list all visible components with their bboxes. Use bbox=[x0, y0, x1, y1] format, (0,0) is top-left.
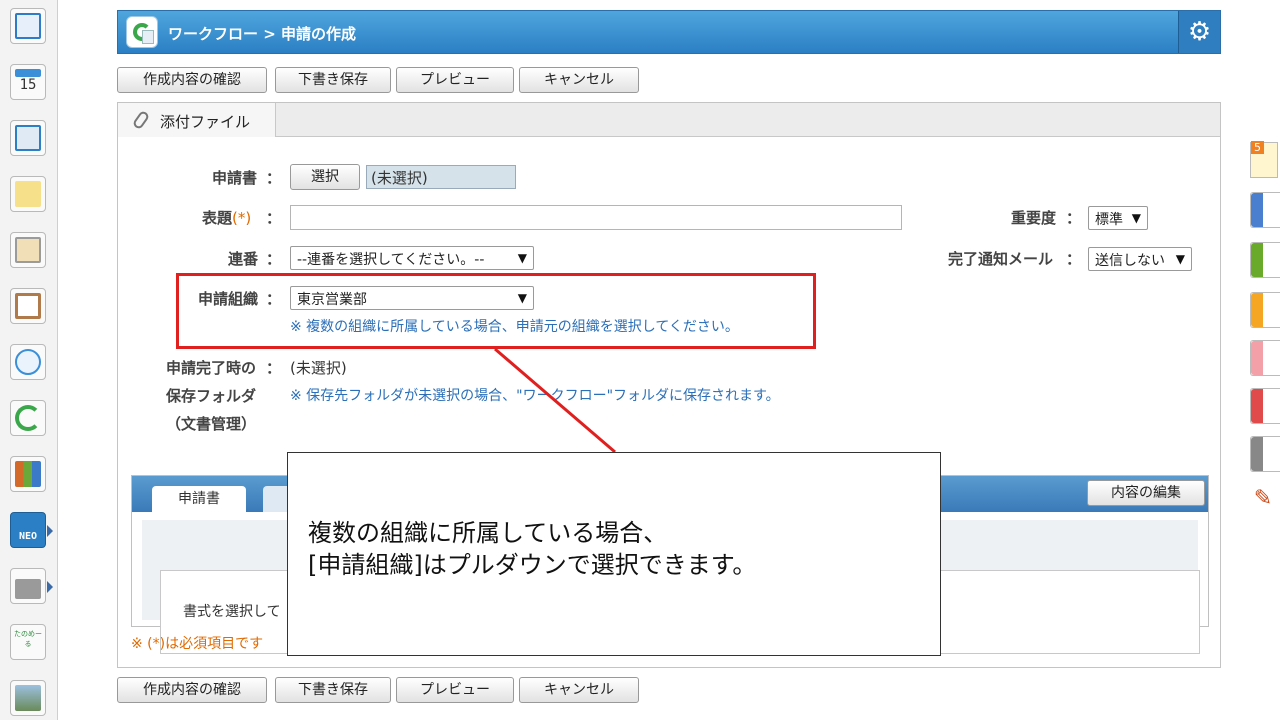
notes-icon[interactable]: 5 bbox=[1250, 141, 1278, 178]
workflow-logo-icon bbox=[126, 16, 158, 48]
select-form-button[interactable]: 選択 bbox=[290, 164, 360, 190]
facility-icon[interactable] bbox=[10, 120, 46, 156]
folder-icon[interactable] bbox=[10, 568, 53, 604]
priority-select-value: 標準 bbox=[1095, 212, 1123, 228]
clipboard-icon[interactable] bbox=[10, 288, 46, 324]
right-sidebar: 5 ✎ bbox=[1248, 130, 1280, 530]
subject-label-text: 表題 bbox=[202, 209, 233, 227]
folder-label-sub: （文書管理） bbox=[166, 415, 257, 433]
colon: ： bbox=[1066, 209, 1082, 227]
highlight-box bbox=[176, 273, 816, 349]
tab-application-form[interactable]: 申請書 bbox=[152, 486, 246, 512]
colon: ： bbox=[266, 209, 282, 227]
mail-select[interactable]: 送信しない ▼ bbox=[1088, 247, 1192, 271]
preview-button-bottom[interactable]: プレビュー bbox=[396, 677, 514, 703]
confirm-button-bottom[interactable]: 作成内容の確認 bbox=[117, 677, 267, 703]
pencil-icon[interactable]: ✎ bbox=[1250, 486, 1276, 520]
memo-icon[interactable] bbox=[10, 176, 46, 212]
expand-arrow-icon bbox=[47, 581, 53, 593]
confirm-button[interactable]: 作成内容の確認 bbox=[117, 67, 267, 93]
subject-label: 表題(*) bbox=[202, 207, 251, 228]
attach-file-label: 添付ファイル bbox=[160, 113, 251, 131]
attach-bar: 添付ファイル bbox=[118, 103, 1220, 137]
photo-icon[interactable] bbox=[10, 680, 46, 716]
colon: ： bbox=[1066, 250, 1082, 268]
page-header: ワークフロー > 申請の作成 ⚙ bbox=[117, 10, 1221, 54]
neo-label: NEO bbox=[18, 531, 38, 542]
callout-box: 複数の組織に所属している場合、 [申請組織]はプルダウンで選択できます。 bbox=[287, 452, 941, 656]
cancel-button[interactable]: キャンセル bbox=[519, 67, 639, 93]
form-label: 申請書 bbox=[212, 169, 258, 187]
subject-input[interactable] bbox=[290, 205, 902, 230]
bulletin-icon[interactable] bbox=[10, 232, 46, 268]
chevron-down-icon: ▼ bbox=[1175, 252, 1185, 266]
page-title: ワークフロー > 申請の作成 bbox=[168, 25, 357, 43]
form-value: (未選択) bbox=[366, 165, 516, 189]
mail-label: 完了通知メール bbox=[948, 250, 1054, 268]
neo-icon[interactable]: NEO bbox=[10, 512, 53, 548]
priority-label: 重要度 bbox=[1011, 209, 1057, 227]
callout-line-1: 複数の組織に所属している場合、 bbox=[308, 519, 668, 547]
required-mark: (*) bbox=[232, 209, 252, 227]
cancel-button-bottom[interactable]: キャンセル bbox=[519, 677, 639, 703]
notes-badge: 5 bbox=[1251, 141, 1264, 154]
settings-gear-icon[interactable]: ⚙ bbox=[1178, 11, 1220, 53]
draft-save-button-bottom[interactable]: 下書き保存 bbox=[275, 677, 391, 703]
callout-line-2: [申請組織]はプルダウンで選択できます。 bbox=[308, 551, 757, 579]
green-tab[interactable] bbox=[1250, 242, 1280, 278]
orange-tab[interactable] bbox=[1250, 292, 1280, 328]
expand-arrow-icon bbox=[47, 525, 53, 537]
blue-tab[interactable] bbox=[1250, 192, 1280, 228]
red-tab[interactable] bbox=[1250, 388, 1280, 424]
serial-select[interactable]: --連番を選択してください。-- ▼ bbox=[290, 246, 534, 270]
pink-tab[interactable] bbox=[1250, 340, 1280, 376]
colon: ： bbox=[266, 359, 282, 377]
colon: ： bbox=[266, 169, 282, 187]
colon: ： bbox=[266, 250, 282, 268]
serial-select-value: --連番を選択してください。-- bbox=[297, 252, 485, 268]
mail-select-value: 送信しない bbox=[1095, 253, 1165, 269]
search-doc-icon[interactable] bbox=[10, 344, 46, 380]
paperclip-icon bbox=[131, 109, 151, 131]
calendar-date: 15 bbox=[19, 77, 37, 93]
required-note: ※ (*)は必須項目です bbox=[131, 636, 264, 652]
editor-placeholder: 書式を選択して bbox=[183, 604, 281, 620]
callout-text: 複数の組織に所属している場合、 [申請組織]はプルダウンで選択できます。 bbox=[308, 517, 756, 581]
serial-label: 連番 bbox=[228, 250, 259, 268]
calendar-icon[interactable]: 15 bbox=[10, 64, 46, 100]
edit-content-button[interactable]: 内容の編集 bbox=[1087, 480, 1205, 506]
portal-icon[interactable] bbox=[10, 8, 46, 44]
tanomeru-icon[interactable]: たのめーる bbox=[10, 624, 46, 660]
tanomeru-label: たのめーる bbox=[14, 630, 42, 648]
complete-label: 申請完了時の bbox=[166, 359, 257, 377]
draft-save-button[interactable]: 下書き保存 bbox=[275, 67, 391, 93]
chevron-down-icon: ▼ bbox=[517, 251, 527, 265]
folder-note: ※ 保存先フォルダが未選択の場合、"ワークフロー"フォルダに保存されます。 bbox=[290, 388, 780, 404]
workflow-icon[interactable] bbox=[10, 400, 46, 436]
folder-label: 保存フォルダ bbox=[166, 387, 257, 405]
complete-value: (未選択) bbox=[290, 359, 347, 377]
preview-button[interactable]: プレビュー bbox=[396, 67, 514, 93]
gray-tab[interactable] bbox=[1250, 436, 1280, 472]
priority-select[interactable]: 標準 ▼ bbox=[1088, 206, 1148, 230]
app-sidebar: 15 NEO たのめーる bbox=[0, 0, 58, 720]
attach-file-tab[interactable]: 添付ファイル bbox=[118, 103, 276, 137]
cabinet-icon[interactable] bbox=[10, 456, 46, 492]
chevron-down-icon: ▼ bbox=[1131, 211, 1141, 225]
